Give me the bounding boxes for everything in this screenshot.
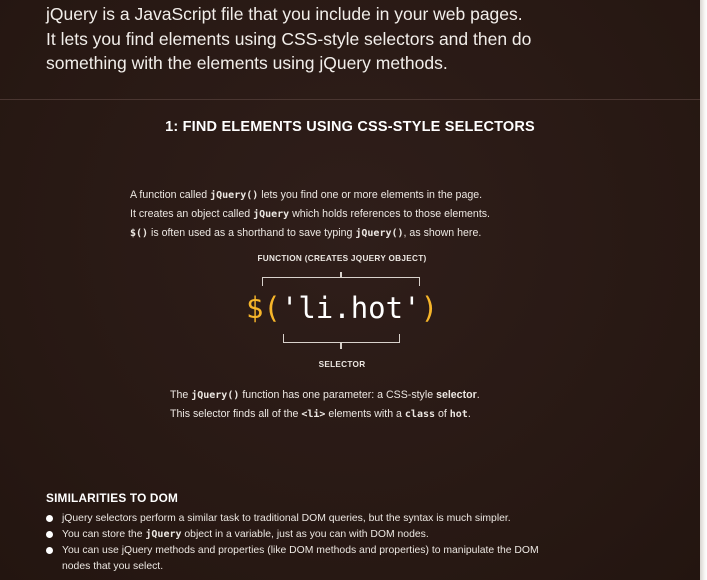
text: function has one parameter: a CSS-style — [239, 389, 437, 401]
code-term: class — [404, 409, 436, 420]
intro-paragraph: jQuery is a JavaScript file that you inc… — [46, 2, 666, 76]
text: A function called — [130, 189, 211, 201]
list-item: You can store the jQuery object in a var… — [46, 527, 686, 543]
description-line: The jQuery() function has one parameter:… — [170, 386, 570, 405]
text: lets you find one or more elements in th… — [258, 189, 483, 201]
code-term: jQuery() — [355, 228, 404, 239]
text: elements with a — [325, 408, 405, 420]
text: . — [467, 408, 471, 420]
code-term: jQuery() — [191, 390, 240, 401]
text: It creates an object called — [130, 208, 254, 220]
code-function-close: ) — [420, 291, 439, 325]
intro-line: It lets you find elements using CSS-styl… — [46, 28, 532, 49]
code-term: $() — [130, 228, 149, 239]
text: which holds references to those elements… — [289, 208, 491, 220]
text: of — [435, 408, 450, 420]
text: is often used as a shorthand to save typ… — [148, 227, 356, 239]
text: object in a variable, just as you can wi… — [181, 529, 429, 540]
parameter-description: The jQuery() function has one parameter:… — [170, 386, 570, 424]
key-term: selector — [436, 389, 477, 401]
section-heading: 1: FIND ELEMENTS USING CSS-STYLE SELECTO… — [165, 119, 535, 135]
code-term: jQuery — [253, 209, 290, 220]
description-line: $() is often used as a shorthand to save… — [130, 224, 600, 243]
code-term: jQuery() — [210, 190, 259, 201]
similarities-list: jQuery selectors perform a similar task … — [46, 511, 686, 575]
bullet-icon — [46, 515, 53, 522]
intro-line: something with the elements using jQuery… — [46, 53, 448, 73]
section-divider — [0, 99, 700, 100]
description-line: A function called jQuery() lets you find… — [130, 186, 600, 205]
description-line: It creates an object called jQuery which… — [130, 205, 600, 224]
book-page: jQuery is a JavaScript file that you inc… — [0, 0, 700, 580]
text: The — [170, 389, 192, 401]
text: You can store the — [62, 529, 146, 540]
code-function-open: $( — [245, 291, 281, 325]
list-item-text: You can use jQuery methods and propertie… — [62, 545, 539, 556]
code-sample: $('li.hot') — [0, 290, 684, 326]
code-term: <li> — [301, 409, 326, 420]
bracket-tick — [340, 343, 342, 349]
similarities-heading: SIMILARITIES TO DOM — [46, 491, 179, 505]
function-description: A function called jQuery() lets you find… — [130, 186, 600, 243]
selector-label: SELECTOR — [318, 360, 366, 369]
bullet-icon — [46, 547, 53, 554]
code-term: jQuery — [145, 529, 182, 540]
list-item: jQuery selectors perform a similar task … — [46, 511, 686, 527]
text: , as shown here. — [403, 227, 482, 239]
code-selector: 'li.hot' — [280, 291, 421, 325]
list-item: You can use jQuery methods and propertie… — [46, 543, 686, 575]
selector-bracket — [283, 334, 400, 343]
function-label: FUNCTION (CREATES JQUERY OBJECT) — [257, 254, 427, 263]
page-edge — [700, 0, 707, 580]
list-item-text: nodes that you select. — [62, 561, 164, 572]
text: This selector finds all of the — [170, 408, 302, 420]
text: . — [476, 389, 480, 401]
intro-line: jQuery is a JavaScript file that you inc… — [46, 4, 523, 24]
description-line: This selector finds all of the <li> elem… — [170, 405, 570, 424]
code-term: hot — [449, 409, 468, 420]
function-bracket — [262, 277, 420, 286]
list-item-text: jQuery selectors perform a similar task … — [62, 513, 511, 524]
bullet-icon — [46, 531, 53, 538]
